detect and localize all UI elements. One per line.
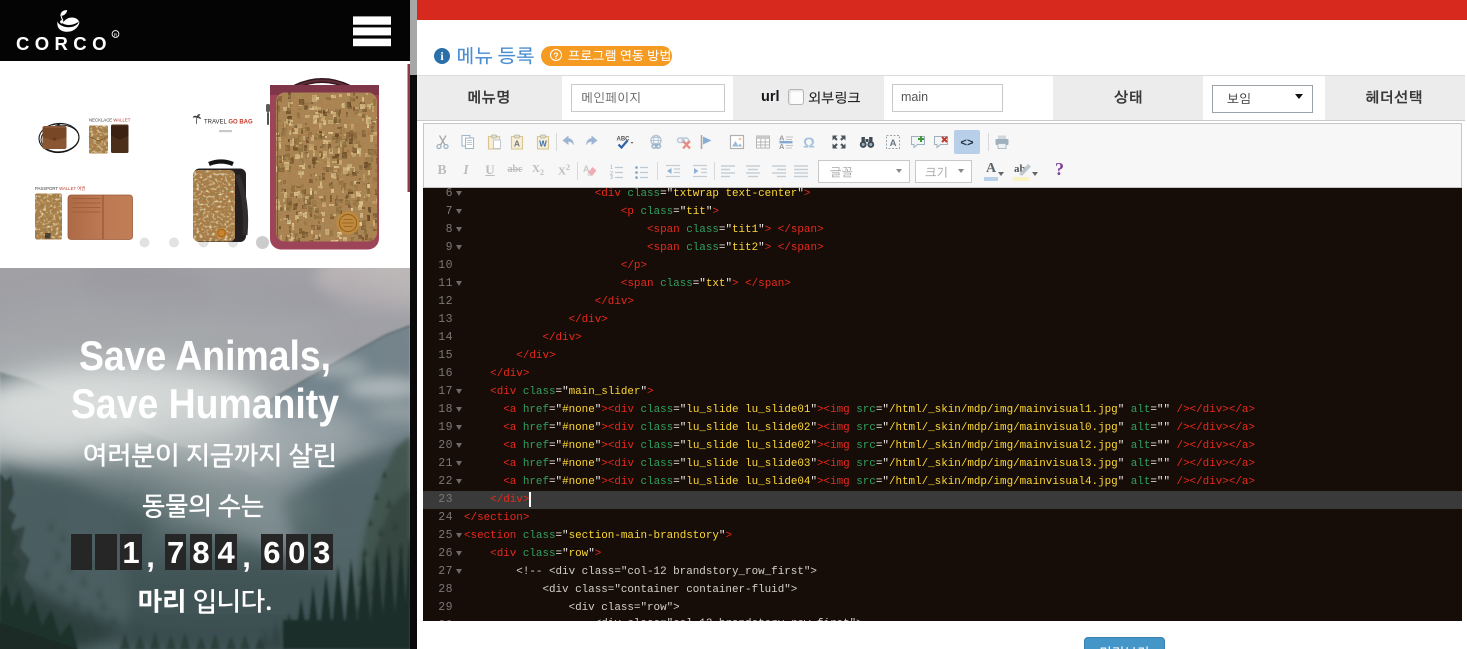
svg-text:ABC: ABC — [617, 137, 631, 143]
svg-text:<>: <> — [960, 138, 974, 150]
svg-text:CORCO: CORCO — [16, 33, 112, 54]
svg-text:R: R — [114, 33, 118, 39]
svg-text:3: 3 — [610, 175, 613, 179]
svg-text:NECKLACE WALLET: NECKLACE WALLET — [89, 118, 131, 123]
svg-text:W: W — [539, 140, 547, 149]
svg-text:A: A — [514, 139, 520, 149]
svg-text:PASSPORT WALLET 여권: PASSPORT WALLET 여권 — [35, 185, 85, 192]
svg-text:A: A — [779, 142, 785, 150]
svg-text:TRAVEL GO BAG: TRAVEL GO BAG — [204, 120, 253, 126]
svg-text:A: A — [890, 138, 897, 149]
svg-text:Ω: Ω — [803, 136, 815, 151]
